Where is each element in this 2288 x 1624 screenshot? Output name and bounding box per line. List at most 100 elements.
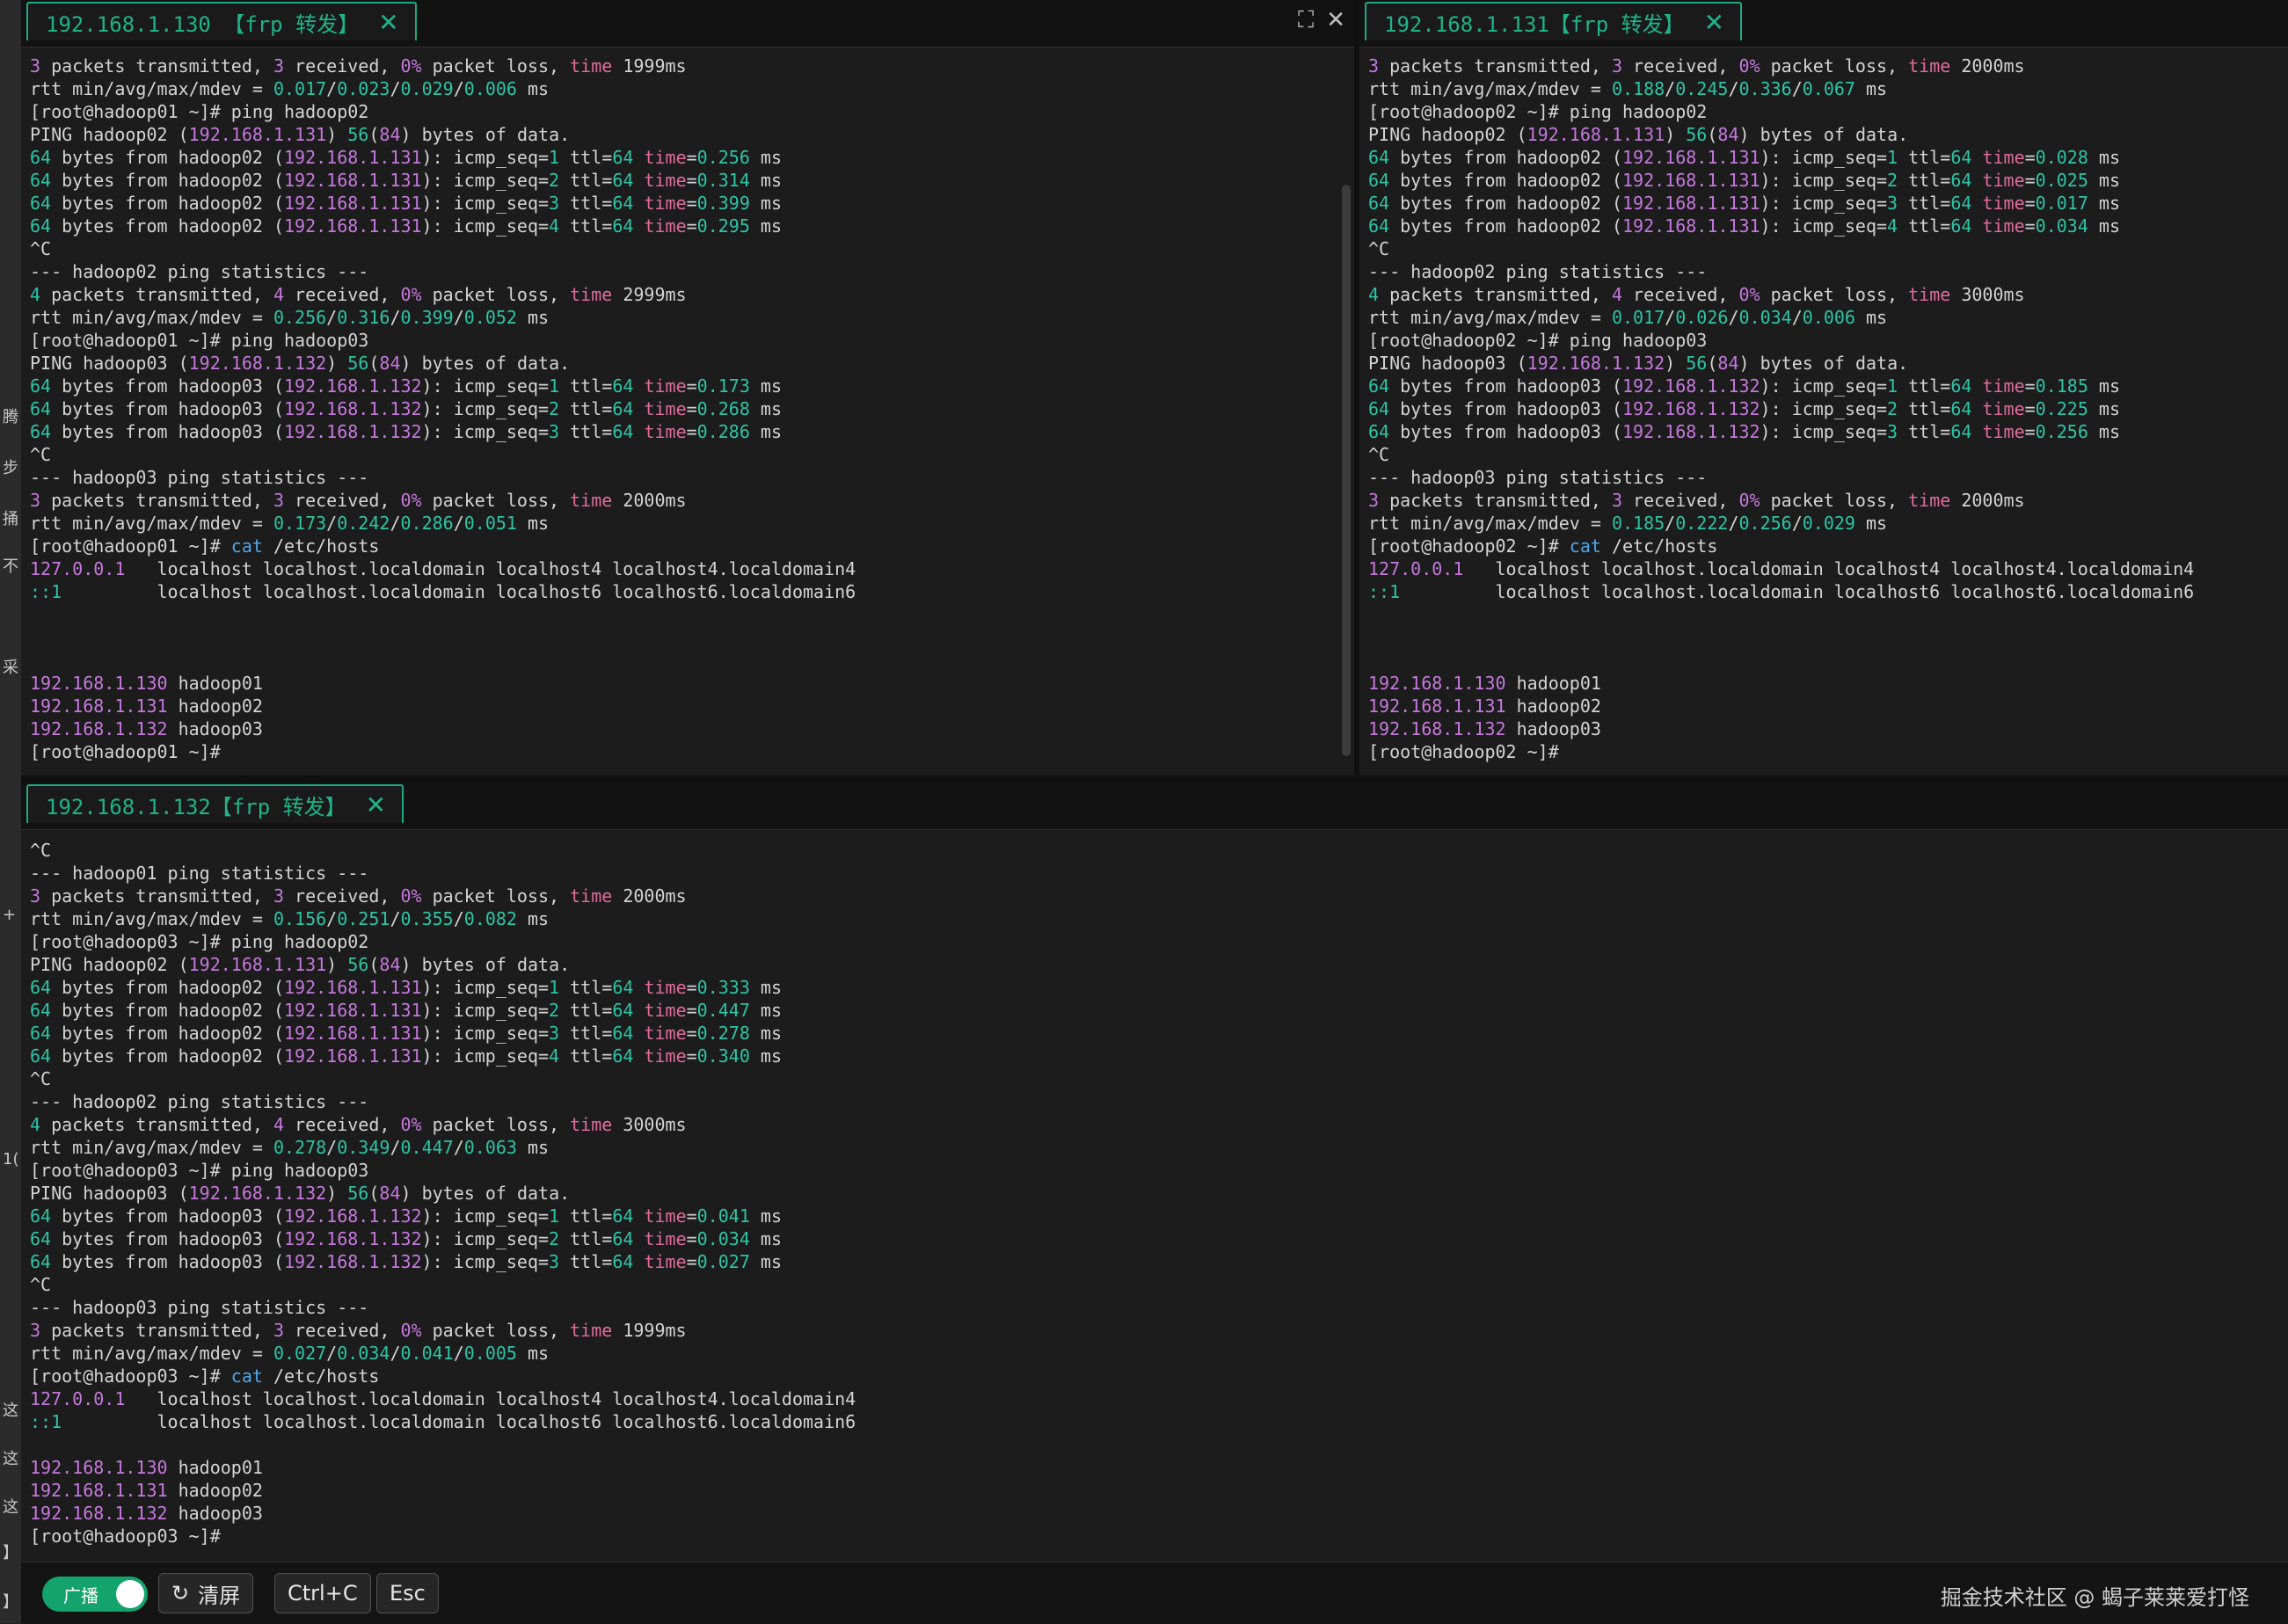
terminal-line: 4 packets transmitted, 4 received, 0% pa…	[30, 1114, 687, 1135]
terminal-line: PING hadoop03 (192.168.1.132) 56(84) byt…	[30, 353, 571, 374]
terminal-line: ::1 localhost localhost.localdomain loca…	[30, 1411, 856, 1432]
scrollbar[interactable]	[1342, 185, 1351, 756]
strip-char: 这	[3, 1498, 18, 1517]
terminal-line: [root@hadoop01 ~]# cat /etc/hosts	[30, 535, 380, 557]
terminal-line: 64 bytes from hadoop03 (192.168.1.132): …	[30, 1205, 783, 1227]
terminal-line: ^C	[30, 238, 52, 259]
clear-screen-button[interactable]: ↻ 清屏	[158, 1573, 254, 1613]
esc-button[interactable]: Esc	[376, 1573, 439, 1613]
terminal-line: 64 bytes from hadoop03 (192.168.1.132): …	[1368, 375, 2121, 397]
refresh-icon: ↻	[171, 1581, 190, 1606]
terminal-line: [root@hadoop03 ~]# ping hadoop03	[30, 1160, 369, 1181]
strip-char: 采	[3, 659, 18, 677]
terminal-line: --- hadoop02 ping statistics ---	[30, 1091, 369, 1112]
tab-bar: 192.168.1.130 【frp 转发】 ✕ ⛶ ✕	[21, 0, 1354, 47]
terminal-line: PING hadoop03 (192.168.1.132) 56(84) byt…	[30, 1183, 571, 1204]
tab-title: 192.168.1.132【frp 转发】	[46, 794, 346, 819]
clear-screen-label: 清屏	[198, 1583, 241, 1608]
terminal-line: rtt min/avg/max/mdev = 0.173/0.242/0.286…	[30, 513, 550, 534]
terminal-line: 192.168.1.131 hadoop02	[30, 1480, 263, 1501]
ctrl-c-label: Ctrl+C	[288, 1581, 358, 1606]
terminal-pane-hadoop02[interactable]: 192.168.1.131【frp 转发】 ✕ 3 packets transm…	[1359, 0, 2288, 776]
terminal-line: 64 bytes from hadoop02 (192.168.1.131): …	[30, 1023, 783, 1044]
terminal-line: 64 bytes from hadoop02 (192.168.1.131): …	[30, 1045, 783, 1067]
tab-hadoop02[interactable]: 192.168.1.131【frp 转发】 ✕	[1365, 2, 1743, 40]
tab-bar: 192.168.1.132【frp 转发】 ✕	[21, 783, 2288, 830]
terminal-line: 64 bytes from hadoop03 (192.168.1.132): …	[30, 421, 783, 442]
strip-char: 捅	[3, 510, 18, 528]
terminal-output[interactable]: 3 packets transmitted, 3 received, 0% pa…	[30, 55, 1342, 768]
terminal-line: rtt min/avg/max/mdev = 0.188/0.245/0.336…	[1368, 78, 1888, 99]
terminal-line: 192.168.1.131 hadoop02	[30, 695, 263, 717]
terminal-line: ::1 localhost localhost.localdomain loca…	[30, 581, 856, 602]
terminal-line: 64 bytes from hadoop02 (192.168.1.131): …	[30, 193, 783, 214]
terminal-line: rtt min/avg/max/mdev = 0.256/0.316/0.399…	[30, 307, 550, 328]
terminal-line: 64 bytes from hadoop02 (192.168.1.131): …	[1368, 170, 2121, 191]
terminal-pane-hadoop03[interactable]: 192.168.1.132【frp 转发】 ✕ ^C --- hadoop01 p…	[21, 783, 2288, 1562]
close-pane-icon[interactable]: ✕	[1326, 7, 1345, 34]
terminal-line: rtt min/avg/max/mdev = 0.278/0.349/0.447…	[30, 1137, 550, 1158]
strip-char: 这	[3, 1450, 18, 1468]
terminal-output[interactable]: ^C --- hadoop01 ping statistics --- 3 pack…	[30, 839, 2276, 1555]
terminal-line: ^C	[30, 444, 52, 465]
terminal-line: [root@hadoop02 ~]#	[1368, 741, 1559, 762]
bottom-toolbar: 广播 ↻ 清屏 Ctrl+C Esc 掘金技术社区 @ 蝎子莱莱爱打怪	[21, 1562, 2288, 1624]
terminal-line: 64 bytes from hadoop02 (192.168.1.131): …	[30, 1000, 783, 1021]
terminal-pane-hadoop01[interactable]: 192.168.1.130 【frp 转发】 ✕ ⛶ ✕ 3 packets t…	[21, 0, 1354, 776]
terminal-line: [root@hadoop03 ~]# cat /etc/hosts	[30, 1365, 380, 1387]
terminal-line: 192.168.1.130 hadoop01	[30, 673, 263, 694]
terminal-line: rtt min/avg/max/mdev = 0.017/0.026/0.034…	[1368, 307, 1888, 328]
strip-char: 腾	[3, 408, 18, 426]
terminal-output[interactable]: 3 packets transmitted, 3 received, 0% pa…	[1368, 55, 2276, 768]
strip-char: 】	[3, 1593, 18, 1612]
broadcast-label: 广播	[63, 1584, 98, 1606]
close-icon[interactable]: ✕	[378, 8, 398, 37]
terminal-line: 127.0.0.1 localhost localhost.localdomai…	[1368, 558, 2195, 579]
strip-char: 这	[3, 1402, 18, 1420]
strip-char: +	[3, 906, 17, 924]
terminal-line: 64 bytes from hadoop03 (192.168.1.132): …	[1368, 398, 2121, 419]
tab-bar: 192.168.1.131【frp 转发】 ✕	[1359, 0, 2288, 47]
terminal-line: 4 packets transmitted, 4 received, 0% pa…	[1368, 284, 2025, 305]
terminal-line: ^C	[1368, 444, 1390, 465]
terminal-line: PING hadoop02 (192.168.1.131) 56(84) byt…	[1368, 124, 1909, 145]
terminal-line: rtt min/avg/max/mdev = 0.017/0.023/0.029…	[30, 78, 550, 99]
terminal-line: ^C	[30, 1068, 52, 1089]
strip-char: 1(	[3, 1150, 19, 1169]
toggle-knob	[116, 1580, 144, 1608]
strip-char: 不	[3, 557, 18, 576]
terminal-line: PING hadoop03 (192.168.1.132) 56(84) byt…	[1368, 353, 1909, 374]
close-icon[interactable]: ✕	[1704, 8, 1724, 37]
terminal-line: 64 bytes from hadoop02 (192.168.1.131): …	[30, 170, 783, 191]
terminal-line: 192.168.1.130 hadoop01	[1368, 673, 1601, 694]
terminal-line: 64 bytes from hadoop02 (192.168.1.131): …	[1368, 215, 2121, 237]
pane-divider-horizontal[interactable]	[21, 776, 2288, 783]
terminal-line: 3 packets transmitted, 3 received, 0% pa…	[30, 490, 687, 511]
terminal-line: PING hadoop02 (192.168.1.131) 56(84) byt…	[30, 124, 571, 145]
strip-char: 】	[3, 1544, 18, 1562]
tab-hadoop03[interactable]: 192.168.1.132【frp 转发】 ✕	[26, 784, 404, 823]
terminal-line: 192.168.1.132 hadoop03	[1368, 718, 1601, 739]
terminal-line: 64 bytes from hadoop03 (192.168.1.132): …	[30, 1228, 783, 1249]
watermark: 掘金技术社区 @ 蝎子莱莱爱打怪	[1940, 1585, 2249, 1610]
terminal-line: 64 bytes from hadoop03 (192.168.1.132): …	[1368, 421, 2121, 442]
strip-char: 步	[3, 459, 18, 477]
terminal-line: 192.168.1.130 hadoop01	[30, 1457, 263, 1478]
terminal-line: [root@hadoop01 ~]# ping hadoop02	[30, 101, 369, 122]
left-side-strip: 腾 步 捅 不 采 + 1( 这 这 这 】 】	[0, 0, 22, 1623]
expand-icon[interactable]: ⛶	[1298, 7, 1314, 34]
terminal-line: 64 bytes from hadoop02 (192.168.1.131): …	[30, 147, 783, 168]
ctrl-c-button[interactable]: Ctrl+C	[274, 1573, 371, 1613]
terminal-line: 64 bytes from hadoop03 (192.168.1.132): …	[30, 1251, 783, 1272]
broadcast-toggle[interactable]: 广播	[42, 1577, 148, 1612]
terminal-line: 192.168.1.132 hadoop03	[30, 718, 263, 739]
tab-hadoop01[interactable]: 192.168.1.130 【frp 转发】 ✕	[26, 2, 417, 40]
terminal-line: 127.0.0.1 localhost localhost.localdomai…	[30, 558, 856, 579]
close-icon[interactable]: ✕	[366, 790, 386, 819]
terminal-line: --- hadoop02 ping statistics ---	[30, 261, 369, 282]
